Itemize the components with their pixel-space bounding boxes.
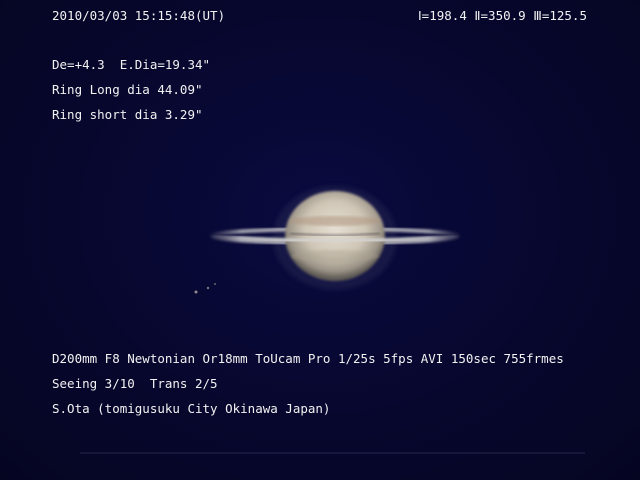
- faint-moon: [206, 286, 210, 290]
- equipment-info: D200mm F8 Newtonian Or18mm ToUcam Pro 1/…: [52, 351, 564, 366]
- central-meridian-longitudes: Ⅰ=198.4 Ⅱ=350.9 Ⅲ=125.5: [418, 8, 587, 23]
- seeing-conditions: Seeing 3/10 Trans 2/5: [52, 376, 218, 391]
- faint-moon: [194, 290, 198, 294]
- south-band: [291, 250, 379, 262]
- ring-long-diameter: Ring Long dia 44.09": [52, 82, 203, 97]
- ring-short-diameter: Ring short dia 3.29": [52, 107, 203, 122]
- declination-diameter: De=+4.3 E.Dia=19.34": [52, 57, 211, 72]
- observation-datetime: 2010/03/03 15:15:48(UT): [52, 8, 226, 23]
- faint-moon: [214, 283, 216, 285]
- equatorial-band: [289, 216, 381, 226]
- observer-credit: S.Ota (tomigusuku City Okinawa Japan): [52, 401, 331, 416]
